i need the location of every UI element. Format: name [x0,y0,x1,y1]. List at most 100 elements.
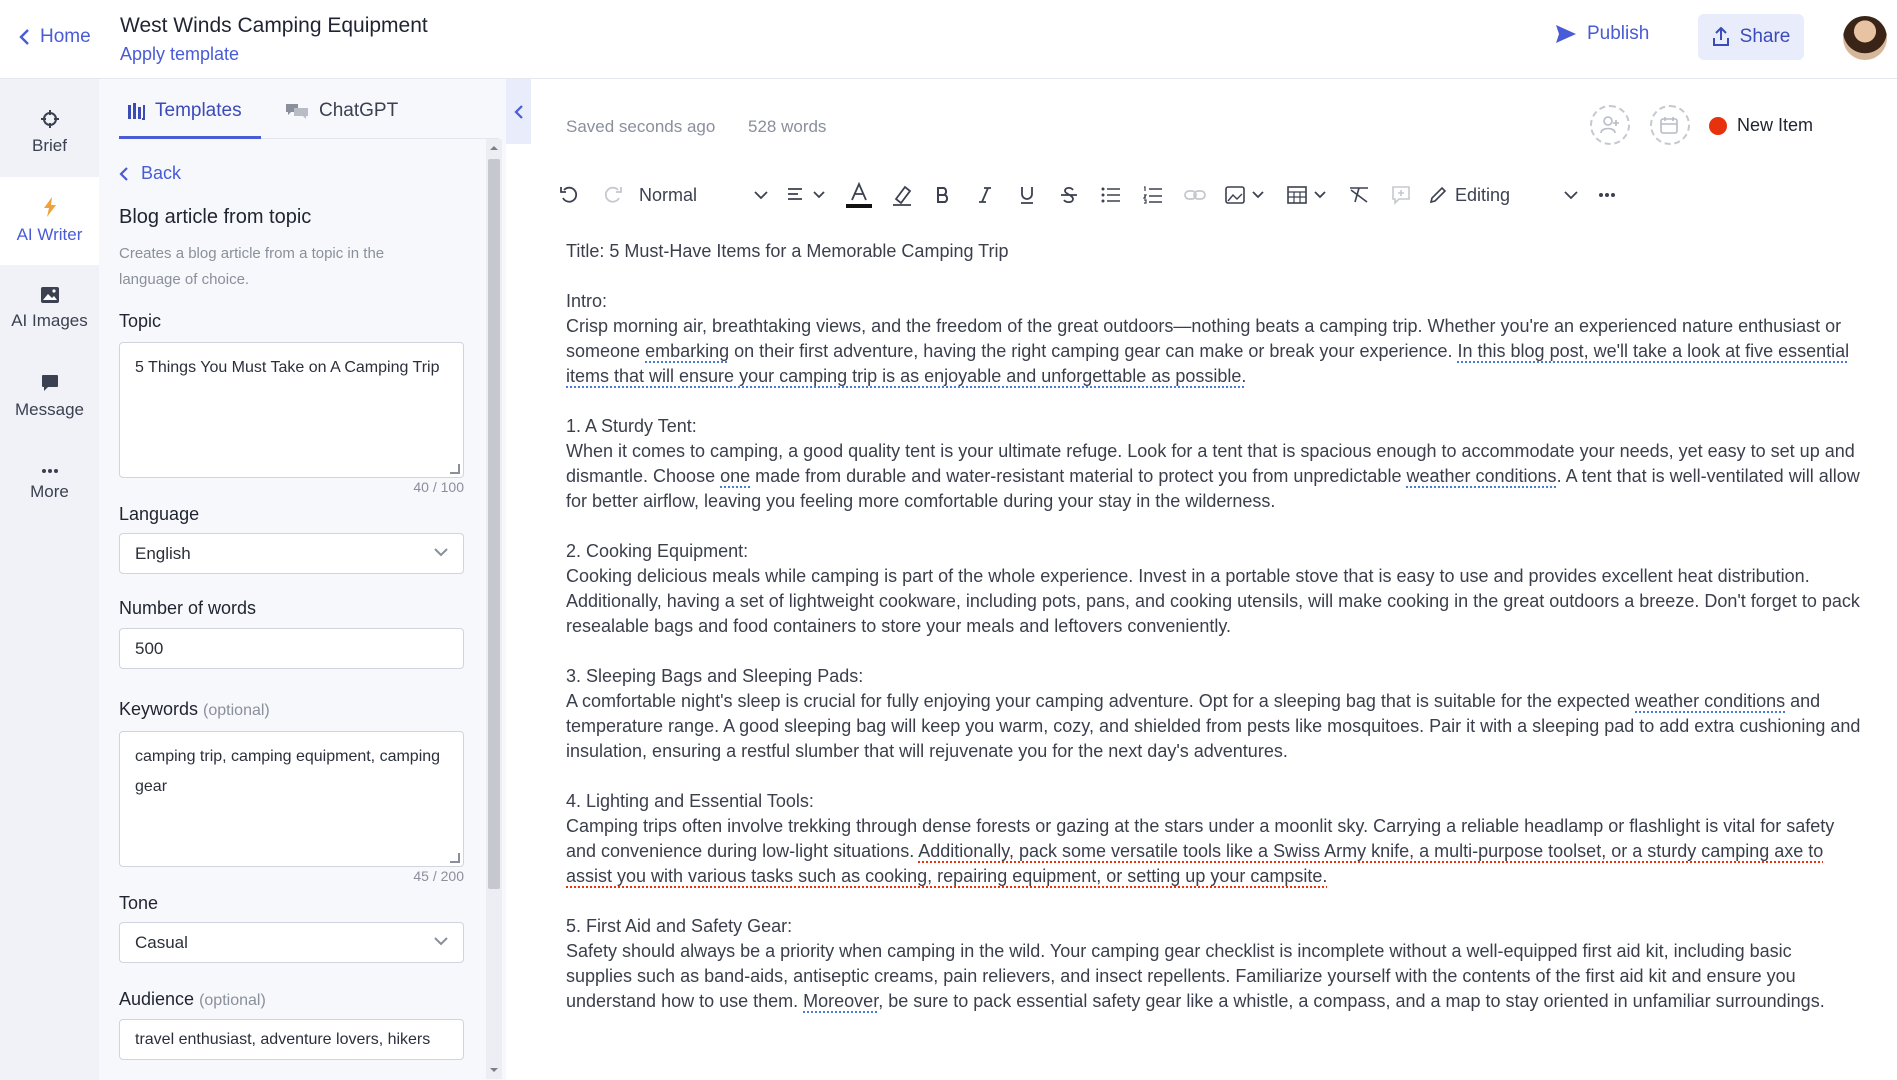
highlighter-icon [893,185,912,206]
rail-item-ai-writer[interactable]: AI Writer [0,177,99,265]
more-options-button[interactable] [1595,181,1619,209]
italic-button[interactable] [973,181,997,209]
clear-format-button[interactable] [1347,181,1371,209]
insert-table-button[interactable] [1285,181,1331,209]
bold-button[interactable] [931,181,955,209]
back-link[interactable]: Back [119,163,181,184]
rail-item-message[interactable]: Message [0,353,99,441]
words-value: 500 [135,638,164,658]
audience-label-text: Audience [119,989,195,1009]
scroll-thumb[interactable] [488,159,500,889]
more-icon [1599,193,1615,197]
words-label: Number of words [119,598,257,618]
editing-mode-select[interactable]: Editing [1429,181,1579,209]
intro-paragraph: Crisp morning air, breathtaking views, a… [566,314,1861,389]
tone-select[interactable]: Casual [119,922,464,963]
topic-textarea[interactable]: 5 Things You Must Take on A Camping Trip [119,342,464,478]
new-item-status[interactable]: New Item [1709,115,1813,136]
collapse-panel-button[interactable] [506,79,531,144]
comment-button[interactable] [1389,181,1413,209]
editing-mode-value: Editing [1455,184,1511,205]
audience-input[interactable]: travel enthusiast, adventure lovers, hik… [119,1019,464,1060]
link-button[interactable] [1183,181,1207,209]
chevron-down-icon [434,937,448,946]
grammar-suggestion[interactable]: weather conditions [1635,691,1785,711]
numbered-list-button[interactable] [1141,181,1165,209]
schedule-button[interactable] [1650,105,1690,145]
align-button[interactable] [785,181,831,209]
section-3-heading: 3. Sleeping Bags and Sleeping Pads: [566,666,864,686]
language-value: English [135,543,191,563]
rail-label-message: Message [15,400,84,419]
text-run: , be sure to pack essential safety gear … [878,991,1825,1011]
rail-item-brief[interactable]: Brief [0,89,99,177]
template-title: Blog article from topic [119,206,312,228]
bold-icon [937,187,949,203]
text-run: on their first adventure, having the rig… [729,341,1458,361]
grammar-suggestion[interactable]: embarking [645,341,729,361]
publish-button[interactable]: Publish [1555,23,1649,45]
more-icon [41,469,58,473]
language-select[interactable]: English [119,533,464,574]
chevron-down-icon [434,548,448,557]
document-title: West Winds Camping Equipment [120,14,428,37]
user-avatar[interactable] [1843,16,1887,60]
tab-chatgpt[interactable]: ChatGPT [285,100,398,122]
resize-handle[interactable] [450,464,460,474]
apply-template-link[interactable]: Apply template [120,44,239,65]
keywords-label-text: Keywords [119,699,199,719]
words-input[interactable]: 500 [119,628,464,669]
underline-icon [1021,187,1033,204]
resize-handle[interactable] [450,853,460,863]
rail-label-ai-writer: AI Writer [16,225,83,244]
new-item-label: New Item [1737,115,1814,135]
panel-scrollbar[interactable] [486,139,502,1079]
left-rail: Brief AI Writer AI Images Message More [0,79,99,1080]
section-2-heading: 2. Cooking Equipment: [566,541,749,561]
text-run: A comfortable night's sleep is crucial f… [566,691,1636,711]
upload-icon [1712,27,1729,46]
add-collaborator-button[interactable] [1590,105,1630,145]
text-color-button[interactable] [845,181,873,209]
chat-bubbles-icon [286,104,308,119]
tone-value: Casual [135,932,188,952]
share-button[interactable]: Share [1698,14,1804,60]
text-style-select[interactable]: Normal [639,181,769,209]
redo-button[interactable] [601,181,625,209]
grammar-suggestion[interactable]: Moreover [803,991,878,1011]
keywords-label: Keywords (optional) [119,699,270,720]
clear-format-icon [1350,187,1368,203]
tab-templates-label: Templates [155,100,242,121]
undo-button[interactable] [557,181,581,209]
article-title: Title: 5 Must-Have Items for a Memorable… [566,241,1009,261]
keywords-textarea[interactable]: camping trip, camping equipment, camping… [119,731,464,867]
chevron-left-icon [19,29,29,45]
templates-icon [128,103,145,120]
active-tab-indicator [119,136,261,139]
audience-label: Audience (optional) [119,989,266,1010]
highlight-button[interactable] [889,181,915,209]
section-2-paragraph: Cooking delicious meals while camping is… [566,566,1860,636]
bullet-list-button[interactable] [1099,181,1123,209]
rail-item-ai-images[interactable]: AI Images [0,265,99,353]
grammar-suggestion[interactable]: weather conditions [1406,466,1556,486]
topic-counter: 40 / 100 [413,479,464,495]
saved-status: Saved seconds ago [566,117,716,136]
align-left-icon [788,188,825,200]
image-icon [1225,186,1264,204]
section-1-heading: 1. A Sturdy Tent: [566,416,697,436]
insert-image-button[interactable] [1223,181,1269,209]
document-body[interactable]: Title: 5 Must-Have Items for a Memorable… [566,239,1861,1014]
text-style-value: Normal [639,184,698,205]
target-icon [40,110,59,128]
strikethrough-button[interactable] [1057,181,1081,209]
undo-icon [560,186,578,203]
grammar-suggestion[interactable]: one [720,466,750,486]
underline-button[interactable] [1015,181,1039,209]
rail-item-more[interactable]: More [0,441,99,529]
home-link[interactable]: Home [18,26,91,48]
tab-templates[interactable]: Templates [127,100,242,122]
